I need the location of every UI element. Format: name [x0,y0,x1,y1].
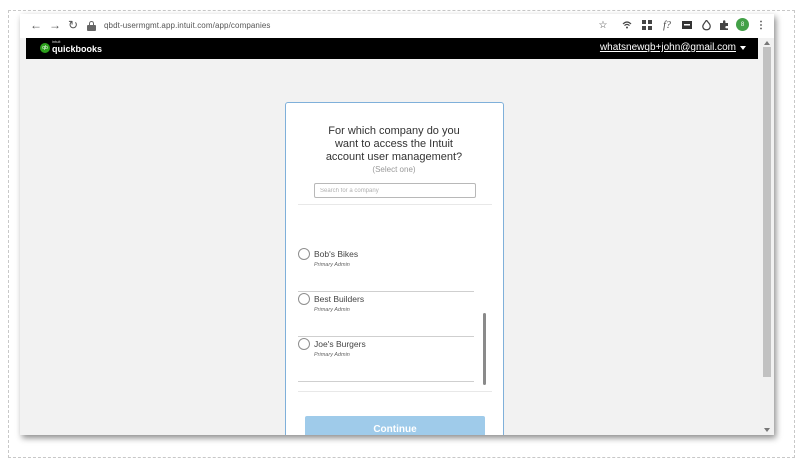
company-option-bobs-bikes[interactable]: Bob's Bikes Primary Admin [298,248,474,292]
quickbooks-header: qb intuit quickbooks whatsnewqb+john@gma… [26,38,758,59]
continue-button[interactable]: Continue [305,416,485,435]
divider [298,391,492,392]
company-role: Primary Admin [314,262,350,268]
url-text[interactable]: qbdt-usermgmt.app.intuit.com/app/compani… [104,21,271,30]
company-list: Bob's Bikes Primary Admin Best Builders … [298,205,492,390]
back-arrow-icon[interactable]: ← [29,17,43,33]
star-icon[interactable]: ☆ [596,18,610,32]
company-select-card: For which company do you want to access … [285,102,504,435]
extension-badge-icon[interactable]: 8 [736,18,749,31]
company-role: Primary Admin [314,307,350,313]
chevron-down-icon[interactable] [740,46,746,50]
company-list-scrollbar[interactable] [483,313,486,385]
radio-button[interactable] [298,248,310,260]
function-icon[interactable]: f? [660,18,674,32]
radio-button[interactable] [298,338,310,350]
flame-icon[interactable] [699,18,713,32]
company-option-best-builders[interactable]: Best Builders Primary Admin [298,293,474,337]
company-name[interactable]: Best Builders [314,294,364,304]
card-title: For which company do you want to access … [286,125,502,164]
forward-arrow-icon[interactable]: → [48,17,62,33]
company-option-joes-burgers[interactable]: Joe's Burgers Primary Admin [298,338,474,382]
brand-name: quickbooks [52,44,103,54]
card-title-line-1: For which company do you [328,125,460,137]
company-name[interactable]: Bob's Bikes [314,249,358,259]
browser-toolbar: ← → ↻ qbdt-usermgmt.app.intuit.com/app/c… [20,14,774,38]
quickbooks-logo-icon: qb [40,42,50,53]
puzzle-icon[interactable] [717,18,731,32]
lock-icon [87,20,96,31]
card-title-line-2: want to access the Intuit [334,138,453,150]
address-bar[interactable]: qbdt-usermgmt.app.intuit.com/app/compani… [87,17,557,34]
company-search-input[interactable] [314,183,476,198]
scroll-up-icon[interactable] [764,41,770,45]
radio-button[interactable] [298,293,310,305]
intuit-logo-text: intuit [52,39,61,44]
reload-icon[interactable]: ↻ [66,17,80,33]
wifi-icon[interactable] [620,18,634,32]
kebab-menu-icon[interactable]: ⋮ [754,18,768,32]
browser-window: ← → ↻ qbdt-usermgmt.app.intuit.com/app/c… [20,14,774,435]
user-email-menu[interactable]: whatsnewqb+john@gmail.com [600,42,736,53]
company-name[interactable]: Joe's Burgers [314,339,366,349]
quickbooks-logo[interactable]: qb intuit quickbooks [40,39,103,54]
page-scrollbar-thumb[interactable] [763,47,771,377]
card-title-line-3: account user management? [325,151,463,163]
company-role: Primary Admin [314,352,350,358]
card-subtitle: (Select one) [372,165,416,174]
box-icon[interactable] [680,18,694,32]
scroll-down-icon[interactable] [764,428,770,432]
grid-icon[interactable] [640,18,654,32]
